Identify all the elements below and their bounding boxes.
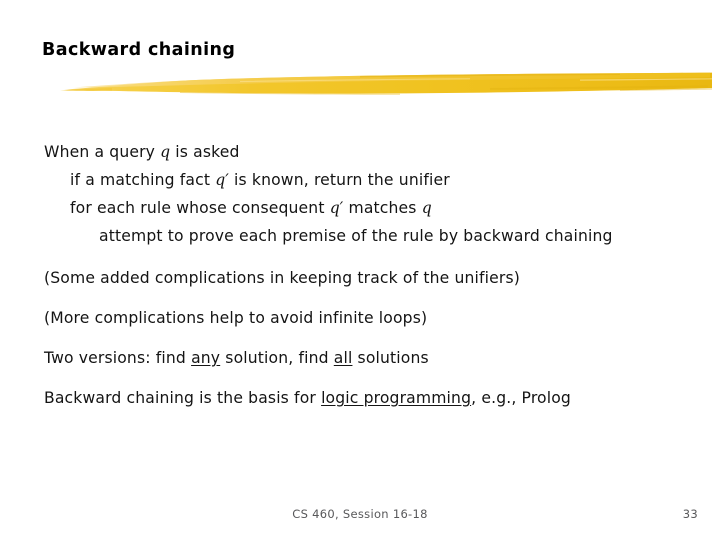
body-spacer-3 [44, 332, 714, 344]
line1-pre: When a query [44, 143, 161, 161]
body-spacer-2 [44, 292, 714, 304]
line8-post: , e.g., Prolog [471, 389, 571, 407]
body-line-two-versions: Two versions: find any solution, find al… [44, 344, 714, 372]
footer-page-number: 33 [682, 507, 698, 521]
line3-pre: for each rule whose consequent [70, 199, 330, 217]
body-spacer-1 [44, 250, 714, 264]
line2-post: is known, return the unifier [228, 171, 450, 189]
slide: Backward chaining When a query q is aske… [0, 0, 720, 540]
page-title: Backward chaining [42, 40, 236, 60]
line7-underline-any: any [191, 349, 221, 367]
line8-underline-logic-programming: logic programming [321, 389, 472, 407]
line1-variable: q [160, 143, 171, 161]
line2-variable: q [215, 171, 226, 189]
body-line-some-complications: (Some added complications in keeping tra… [44, 269, 520, 287]
line7-mid: solution, find [220, 349, 334, 367]
body-line-more-complications: (More complications help to avoid infini… [44, 309, 428, 327]
line7-post: solutions [352, 349, 429, 367]
body-line-each-rule: for each rule whose consequent q′ matche… [44, 194, 714, 222]
line7-underline-all: all [333, 349, 353, 367]
line3-variable-2: q [421, 199, 432, 217]
line1-post: is asked [170, 143, 240, 161]
body-spacer-4 [44, 372, 714, 384]
body-line-matching-fact: if a matching fact q′ is known, return t… [44, 166, 714, 194]
line7-pre: Two versions: find [44, 349, 192, 367]
slide-body: When a query q is asked if a matching fa… [44, 138, 714, 412]
body-line-logic-programming: Backward chaining is the basis for logic… [44, 384, 714, 412]
body-line-attempt-prove: attempt to prove each premise of the rul… [99, 227, 613, 245]
line3-mid: matches [343, 199, 422, 217]
line8-pre: Backward chaining is the basis for [44, 389, 322, 407]
line2-pre: if a matching fact [70, 171, 216, 189]
body-line-when-query: When a query q is asked [44, 138, 714, 166]
brush-stroke-divider-icon [60, 64, 715, 104]
footer-course-label: CS 460, Session 16-18 [292, 507, 428, 521]
line3-variable: q [329, 199, 340, 217]
